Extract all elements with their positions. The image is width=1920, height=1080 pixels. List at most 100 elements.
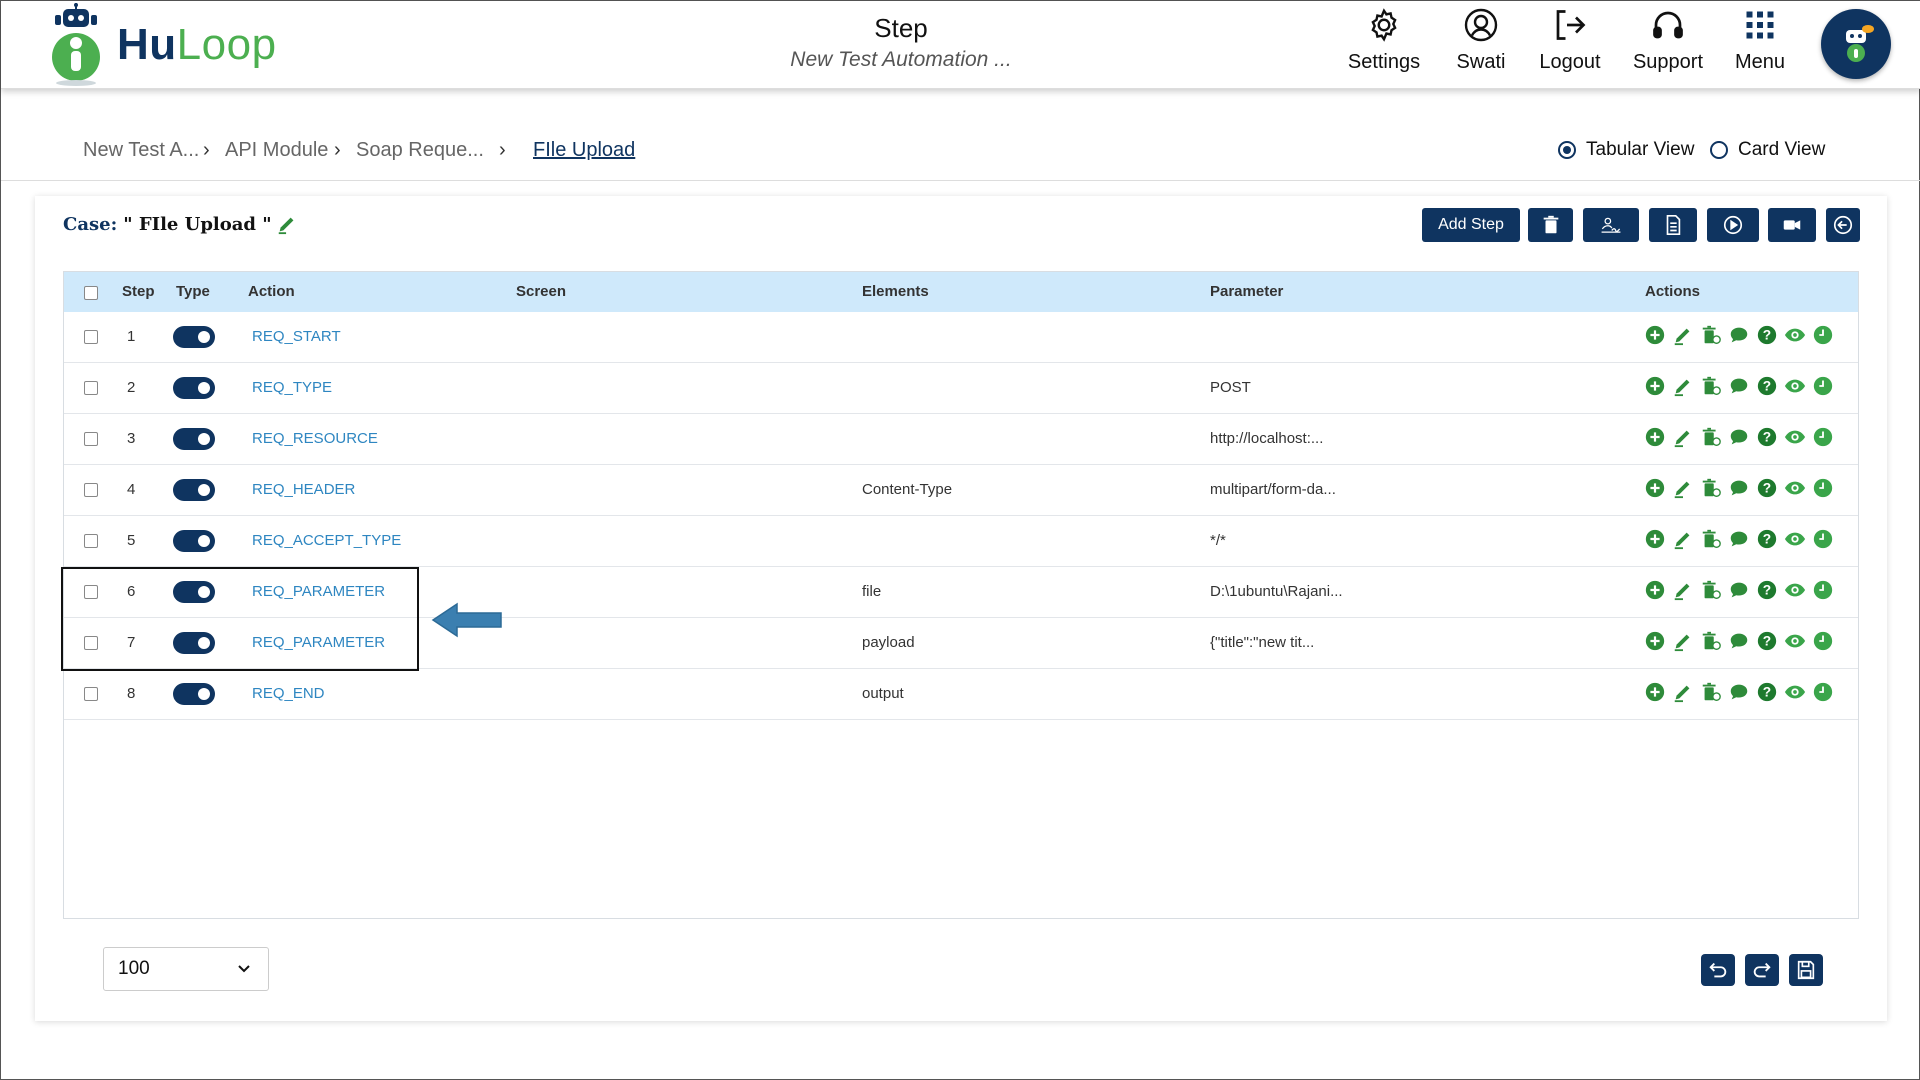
add-step-button[interactable]: Add Step	[1422, 208, 1520, 242]
edit-icon[interactable]	[1672, 630, 1694, 652]
delete-icon[interactable]	[1700, 579, 1722, 601]
help-icon[interactable]: ?	[1756, 477, 1778, 499]
row-checkbox[interactable]	[84, 330, 98, 344]
delete-icon[interactable]	[1700, 681, 1722, 703]
comment-icon[interactable]	[1728, 477, 1750, 499]
table-row[interactable]: 3 REQ_RESOURCE http://localhost:...?	[64, 414, 1858, 465]
edit-icon[interactable]	[1672, 528, 1694, 550]
action-link[interactable]: REQ_HEADER	[252, 481, 355, 498]
run-button[interactable]	[1707, 208, 1759, 242]
table-row[interactable]: 1 REQ_START?	[64, 312, 1858, 363]
comment-icon[interactable]	[1728, 630, 1750, 652]
assistant-avatar-button[interactable]	[1821, 9, 1891, 79]
table-row[interactable]: 5 REQ_ACCEPT_TYPE */*?	[64, 516, 1858, 567]
history-icon[interactable]	[1812, 681, 1834, 703]
breadcrumb-module[interactable]: API Module	[225, 139, 328, 162]
back-button[interactable]	[1826, 208, 1860, 242]
row-checkbox[interactable]	[84, 432, 98, 446]
delete-icon[interactable]	[1700, 324, 1722, 346]
view-icon[interactable]	[1784, 375, 1806, 397]
document-button[interactable]	[1649, 208, 1697, 242]
history-icon[interactable]	[1812, 324, 1834, 346]
record-button[interactable]	[1768, 208, 1816, 242]
help-icon[interactable]: ?	[1756, 579, 1778, 601]
add-icon[interactable]	[1644, 579, 1666, 601]
undo-button[interactable]	[1701, 954, 1735, 986]
view-icon[interactable]	[1784, 528, 1806, 550]
delete-icon[interactable]	[1700, 426, 1722, 448]
type-toggle[interactable]	[173, 683, 215, 705]
comment-icon[interactable]	[1728, 579, 1750, 601]
type-toggle[interactable]	[173, 428, 215, 450]
delete-button[interactable]	[1528, 208, 1573, 242]
history-icon[interactable]	[1812, 426, 1834, 448]
edit-icon[interactable]	[1672, 426, 1694, 448]
type-toggle[interactable]	[173, 530, 215, 552]
help-icon[interactable]: ?	[1756, 528, 1778, 550]
action-link[interactable]: REQ_START	[252, 328, 341, 345]
add-icon[interactable]	[1644, 375, 1666, 397]
comment-icon[interactable]	[1728, 324, 1750, 346]
breadcrumb-project[interactable]: New Test A...	[83, 139, 199, 162]
delete-icon[interactable]	[1700, 528, 1722, 550]
row-checkbox[interactable]	[84, 483, 98, 497]
view-icon[interactable]	[1784, 681, 1806, 703]
action-link[interactable]: REQ_ACCEPT_TYPE	[252, 532, 401, 549]
add-icon[interactable]	[1644, 681, 1666, 703]
edit-icon[interactable]	[1672, 477, 1694, 499]
type-toggle[interactable]	[173, 479, 215, 501]
row-checkbox[interactable]	[84, 381, 98, 395]
table-row[interactable]: 4 REQ_HEADER Content-Type multipart/form-da…	[64, 465, 1858, 516]
history-icon[interactable]	[1812, 579, 1834, 601]
action-link[interactable]: REQ_RESOURCE	[252, 430, 378, 447]
comment-icon[interactable]	[1728, 681, 1750, 703]
action-link[interactable]: REQ_TYPE	[252, 379, 332, 396]
nav-settings[interactable]: Settings	[1344, 7, 1424, 85]
row-checkbox[interactable]	[84, 534, 98, 548]
row-checkbox[interactable]	[84, 687, 98, 701]
huloop-logo[interactable]: HuLoop	[49, 3, 289, 87]
signature-button[interactable]	[1583, 208, 1639, 242]
delete-icon[interactable]	[1700, 375, 1722, 397]
nav-logout[interactable]: Logout	[1532, 7, 1608, 85]
view-icon[interactable]	[1784, 579, 1806, 601]
history-icon[interactable]	[1812, 375, 1834, 397]
help-icon[interactable]: ?	[1756, 426, 1778, 448]
view-icon[interactable]	[1784, 426, 1806, 448]
history-icon[interactable]	[1812, 477, 1834, 499]
comment-icon[interactable]	[1728, 528, 1750, 550]
add-icon[interactable]	[1644, 426, 1666, 448]
delete-icon[interactable]	[1700, 477, 1722, 499]
table-row[interactable]: 2 REQ_TYPE POST?	[64, 363, 1858, 414]
comment-icon[interactable]	[1728, 375, 1750, 397]
view-icon[interactable]	[1784, 324, 1806, 346]
page-size-select[interactable]: 100	[103, 947, 269, 991]
add-icon[interactable]	[1644, 324, 1666, 346]
help-icon[interactable]: ?	[1756, 630, 1778, 652]
delete-icon[interactable]	[1700, 630, 1722, 652]
breadcrumb-suite[interactable]: Soap Reque...	[356, 139, 484, 162]
action-link[interactable]: REQ_END	[252, 685, 325, 702]
save-button[interactable]	[1789, 954, 1823, 986]
tabular-view-radio[interactable]: Tabular View	[1558, 139, 1694, 161]
history-icon[interactable]	[1812, 528, 1834, 550]
edit-icon[interactable]	[1672, 375, 1694, 397]
add-icon[interactable]	[1644, 528, 1666, 550]
select-all-checkbox[interactable]	[84, 286, 98, 300]
help-icon[interactable]: ?	[1756, 681, 1778, 703]
breadcrumb-current[interactable]: FIle Upload	[533, 139, 635, 162]
type-toggle[interactable]	[173, 326, 215, 348]
history-icon[interactable]	[1812, 630, 1834, 652]
type-toggle[interactable]	[173, 377, 215, 399]
view-icon[interactable]	[1784, 477, 1806, 499]
table-row[interactable]: 8 REQ_END output?	[64, 669, 1858, 720]
nav-menu[interactable]: Menu	[1727, 7, 1793, 85]
help-icon[interactable]: ?	[1756, 324, 1778, 346]
help-icon[interactable]: ?	[1756, 375, 1778, 397]
view-icon[interactable]	[1784, 630, 1806, 652]
add-icon[interactable]	[1644, 477, 1666, 499]
edit-case-icon[interactable]	[276, 213, 298, 235]
edit-icon[interactable]	[1672, 324, 1694, 346]
nav-user[interactable]: Swati	[1446, 7, 1516, 85]
card-view-radio[interactable]: Card View	[1710, 139, 1825, 161]
